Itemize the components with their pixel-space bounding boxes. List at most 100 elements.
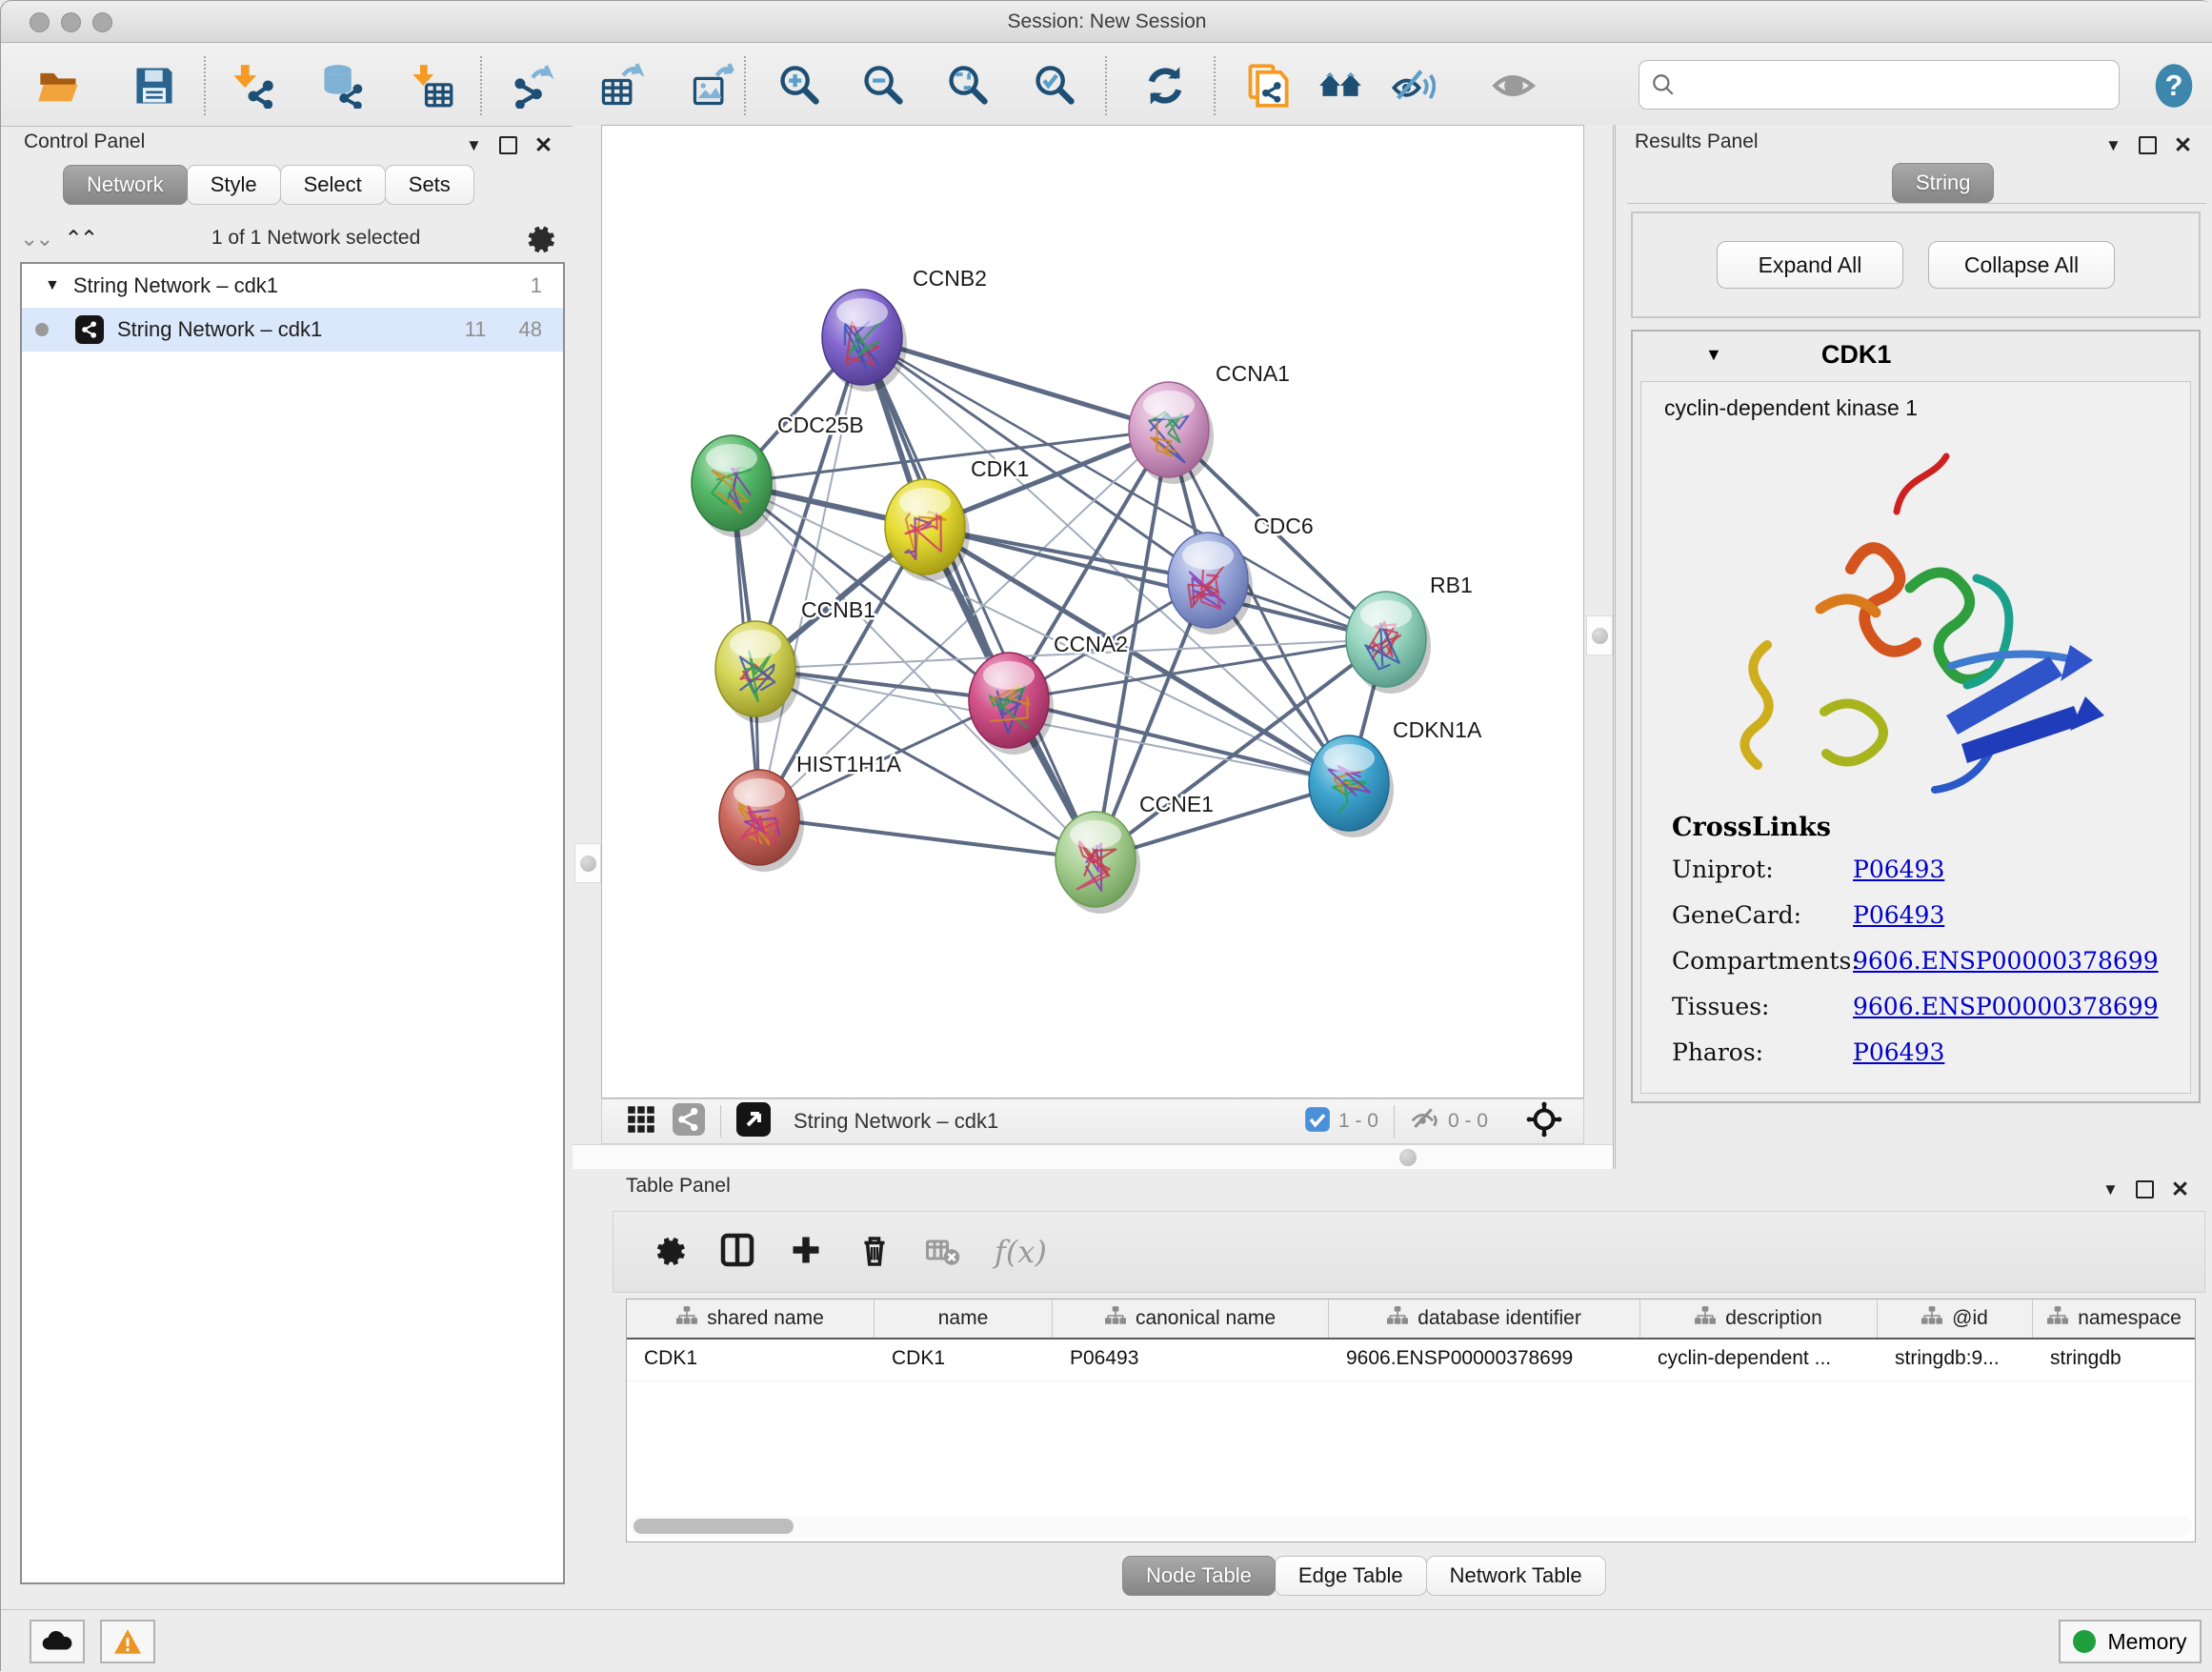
hidden-eye-icon[interactable]	[1410, 1104, 1440, 1139]
table-panel-close-button[interactable]: ✕	[2171, 1177, 2189, 1202]
crosslink-link[interactable]: P06493	[1853, 856, 1944, 883]
import-network-file-icon[interactable]	[230, 62, 277, 110]
tab-string[interactable]: String	[1892, 163, 1994, 203]
column-header-description[interactable]: description	[1640, 1299, 1878, 1338]
export-image-icon[interactable]	[689, 62, 736, 110]
open-session-icon[interactable]	[35, 62, 83, 110]
right-splitter-handle[interactable]	[1586, 615, 1613, 655]
crosslink-link[interactable]: P06493	[1853, 901, 1944, 929]
network-canvas[interactable]: CCNB2CCNA1CDC25BCDK1CDC6RB1CCNB1CCNA2CDK…	[601, 125, 1584, 1098]
zoom-out-icon[interactable]	[859, 62, 907, 110]
export-table-icon[interactable]	[597, 62, 645, 110]
delete-column-icon[interactable]	[857, 1233, 892, 1272]
column-header-canonical-name[interactable]: canonical name	[1053, 1299, 1329, 1338]
tab-node-table[interactable]: Node Table	[1122, 1556, 1276, 1596]
collapse-all-networks-icon[interactable]: ⌄⌄	[20, 226, 51, 252]
network-edge-CCNB2-CCNA1[interactable]	[862, 337, 1169, 430]
gene-header[interactable]: ▼ CDK1	[1633, 332, 2199, 377]
expand-all-button[interactable]: Expand All	[1717, 241, 1903, 289]
minimize-window-button[interactable]	[61, 12, 81, 32]
gene-collapse-arrow-icon[interactable]: ▼	[1705, 345, 1722, 365]
network-node-CDK1[interactable]	[885, 479, 970, 581]
fit-content-crosshair-icon[interactable]	[1526, 1101, 1562, 1142]
column-header-database-identifier[interactable]: database identifier	[1329, 1299, 1640, 1338]
help-icon[interactable]: ?	[2150, 62, 2198, 110]
network-node-CCNE1[interactable]	[1056, 812, 1140, 914]
network-edge-CCNB2-HIST1H1A[interactable]	[759, 337, 862, 817]
zoom-in-icon[interactable]	[775, 62, 823, 110]
network-node-CCNB2[interactable]	[822, 290, 907, 392]
network-edge-CCNB2-CCNE1[interactable]	[862, 337, 1096, 859]
tab-edge-table[interactable]: Edge Table	[1275, 1556, 1427, 1596]
network-node-CCNA2[interactable]	[969, 653, 1054, 755]
network-row-selected[interactable]: String Network – cdk1 11 48	[22, 308, 563, 352]
tab-network[interactable]: Network	[63, 165, 188, 205]
table-horizontal-scrollbar[interactable]	[630, 1516, 2192, 1537]
memory-button[interactable]: Memory	[2059, 1620, 2202, 1663]
network-node-RB1[interactable]	[1346, 592, 1431, 694]
table-panel-float-button[interactable]	[2136, 1180, 2154, 1199]
close-window-button[interactable]	[30, 12, 50, 32]
table-cell[interactable]: stringdb:9...	[1878, 1340, 2033, 1380]
network-node-CDKN1A[interactable]	[1309, 735, 1394, 837]
table-cell[interactable]: CDK1	[875, 1340, 1053, 1380]
zoom-window-button[interactable]	[92, 12, 112, 32]
tab-style[interactable]: Style	[187, 165, 281, 205]
table-cell[interactable]: 9606.ENSP00000378699	[1329, 1340, 1640, 1380]
network-node-HIST1H1A[interactable]	[719, 770, 804, 872]
birdseye-view-icon[interactable]	[736, 1102, 771, 1141]
table-cell[interactable]: CDK1	[627, 1340, 875, 1380]
zoom-selected-icon[interactable]	[1031, 62, 1078, 110]
table-cell[interactable]: cyclin-dependent ...	[1640, 1340, 1878, 1380]
show-column-icon[interactable]	[720, 1233, 754, 1272]
table-row[interactable]: CDK1CDK1P064939606.ENSP00000378699cyclin…	[627, 1340, 2195, 1381]
zoom-fit-icon[interactable]	[944, 62, 992, 110]
control-panel-menu-button[interactable]: ▼	[466, 136, 482, 155]
crosslink-link[interactable]: 9606.ENSP00000378699	[1853, 947, 2159, 975]
network-node-CCNA1[interactable]	[1129, 382, 1214, 484]
table-cell[interactable]: stringdb	[2033, 1340, 2196, 1380]
network-node-CDC25B[interactable]	[692, 435, 776, 537]
column-header-name[interactable]: name	[875, 1299, 1053, 1338]
grid-view-icon[interactable]	[627, 1105, 655, 1138]
network-options-gear-icon[interactable]	[523, 222, 555, 254]
search-input[interactable]	[1685, 73, 2107, 96]
control-panel-close-button[interactable]: ✕	[534, 132, 553, 158]
cloud-button[interactable]	[30, 1620, 85, 1663]
left-splitter-handle[interactable]	[574, 843, 601, 883]
network-node-CDC6[interactable]	[1168, 533, 1253, 635]
save-session-icon[interactable]	[131, 62, 178, 110]
scrollbar-thumb[interactable]	[633, 1519, 794, 1534]
control-panel-float-button[interactable]	[499, 136, 517, 154]
tree-expand-arrow-icon[interactable]: ▼	[45, 277, 60, 294]
clone-network-icon[interactable]	[1244, 62, 1292, 110]
apply-layout-icon[interactable]	[1141, 62, 1189, 110]
tab-select[interactable]: Select	[280, 165, 386, 205]
import-network-database-icon[interactable]	[318, 62, 366, 110]
expand-all-networks-icon[interactable]: ⌃⌃	[65, 226, 96, 252]
tab-sets[interactable]: Sets	[385, 165, 474, 205]
create-column-icon[interactable]	[789, 1233, 823, 1272]
table-cell[interactable]: P06493	[1053, 1340, 1329, 1380]
table-panel-menu-button[interactable]: ▼	[2102, 1180, 2119, 1199]
results-panel-menu-button[interactable]: ▼	[2105, 136, 2122, 155]
crosslink-link[interactable]: P06493	[1853, 1038, 1944, 1066]
import-table-icon[interactable]	[408, 62, 455, 110]
tab-network-table[interactable]: Network Table	[1426, 1556, 1606, 1596]
hide-selection-icon[interactable]	[1389, 62, 1437, 110]
results-panel-float-button[interactable]	[2139, 136, 2157, 154]
column-header-namespace[interactable]: namespace	[2033, 1299, 2196, 1338]
network-share-icon[interactable]	[673, 1103, 705, 1140]
collapse-all-button[interactable]: Collapse All	[1928, 241, 2115, 289]
table-options-gear-icon[interactable]	[652, 1233, 686, 1272]
warning-button[interactable]	[100, 1620, 155, 1663]
crosslink-link[interactable]: 9606.ENSP00000378699	[1853, 993, 2159, 1020]
network-node-CCNB1[interactable]	[715, 621, 800, 723]
selected-checkbox-icon[interactable]	[1304, 1106, 1331, 1138]
results-panel-close-button[interactable]: ✕	[2174, 132, 2192, 158]
export-network-icon[interactable]	[509, 62, 556, 110]
network-collection-row[interactable]: ▼ String Network – cdk1 1	[22, 264, 563, 308]
column-header--id[interactable]: @id	[1878, 1299, 2033, 1338]
home-icon[interactable]	[1317, 62, 1364, 110]
network-edge-HIST1H1A-CCNE1[interactable]	[759, 817, 1096, 859]
